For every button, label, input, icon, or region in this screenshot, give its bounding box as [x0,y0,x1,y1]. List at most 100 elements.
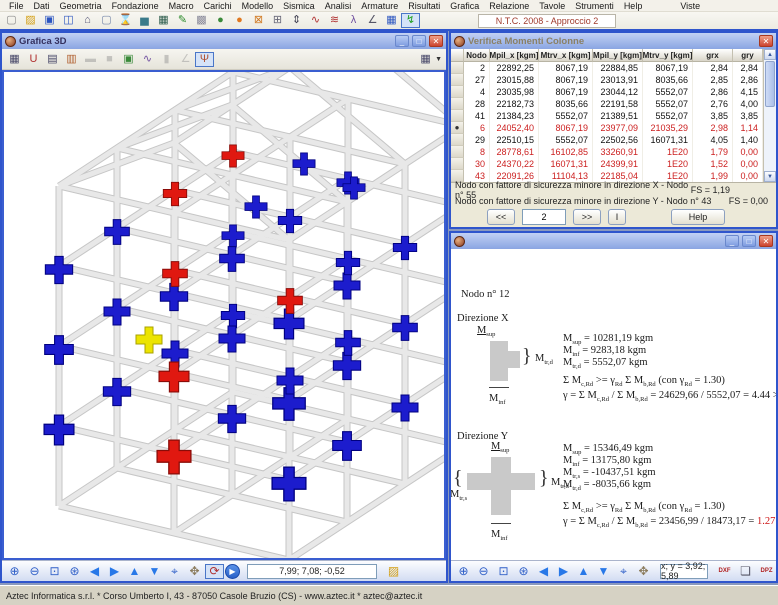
table-cell[interactable]: 2,85 [693,74,733,86]
table-cell[interactable]: 16071,31 [643,134,693,146]
table-cell[interactable]: 4,00 [733,98,763,110]
pan-down-icon[interactable]: ▼ [145,564,164,579]
menu-fondazione[interactable]: Fondazione [107,1,164,11]
zoom-in-icon[interactable]: ⊕ [454,564,473,579]
table-cell[interactable]: 22884,85 [593,62,643,74]
table-cell[interactable]: 6 [464,122,490,134]
table-cell[interactable]: 21384,23 [490,110,539,122]
report-titlebar[interactable]: _ □ ✕ [451,233,776,249]
col-header[interactable]: Mtrv_y [kgm] [643,49,693,62]
table-cell[interactable]: 3,85 [733,110,763,122]
edit-pencil-icon[interactable]: ✎ [173,13,192,28]
save-view-folder-icon[interactable]: ▨ [384,564,403,579]
animate-play-button[interactable]: ▶ [225,564,240,579]
maximize-button[interactable]: □ [742,235,756,247]
globe-green-icon[interactable]: ● [211,13,230,28]
table-cell[interactable]: 8067,19 [539,62,593,74]
table-cell[interactable]: 16071,31 [539,158,593,170]
col-header[interactable]: Nodo [464,49,490,62]
table-cell[interactable]: 5552,07 [643,98,693,110]
pan-up-icon[interactable]: ▲ [125,564,144,579]
zoom-dynamic-icon[interactable]: ⌖ [165,564,184,579]
table-cell[interactable]: 8067,19 [539,86,593,98]
pan-hand-icon[interactable]: ✥ [185,564,204,579]
table-grid-icon[interactable]: ⊞ [268,13,287,28]
table-cell[interactable]: 21389,51 [593,110,643,122]
table-cell[interactable]: 8067,19 [539,74,593,86]
menu-tavole[interactable]: Tavole [534,1,570,11]
table-cell[interactable]: 16102,85 [539,146,593,158]
table-cell[interactable]: 21035,29 [643,122,693,134]
table-cell[interactable]: 0,00 [733,170,763,182]
analysis-lightning-icon[interactable]: ↯ [401,13,420,28]
export-dxf-icon[interactable]: DXF [715,564,734,579]
zoom-in-icon[interactable]: ⊕ [5,564,24,579]
info-button[interactable]: I [608,209,626,225]
menu-carichi[interactable]: Carichi [199,1,237,11]
pier-arrow-icon[interactable]: ⇕ [287,13,306,28]
table-cell[interactable]: 0,00 [733,146,763,158]
table-cell[interactable]: 4 [464,86,490,98]
maximize-button[interactable]: □ [412,35,426,47]
menu-analisi[interactable]: Analisi [320,1,357,11]
table-cell[interactable]: 2,86 [693,86,733,98]
table-cell[interactable]: 3,85 [693,110,733,122]
zoom-window-icon[interactable]: ⊡ [494,564,513,579]
table-cell[interactable]: 1,40 [733,134,763,146]
menu-viste[interactable]: Viste [675,1,705,11]
table-cell[interactable]: 23977,09 [593,122,643,134]
table-cell[interactable]: 1E20 [643,146,693,158]
render-icon[interactable]: ▣ [119,52,138,67]
menu-relazione[interactable]: Relazione [484,1,534,11]
zoom-extents-icon[interactable]: ⊛ [514,564,533,579]
table-cell[interactable]: 23044,12 [593,86,643,98]
grafica-titlebar[interactable]: Grafica 3D _ □ ✕ [2,33,446,49]
close-button[interactable]: ✕ [759,35,773,47]
table-cell[interactable]: 2,84 [733,62,763,74]
section-icon[interactable]: ▬ [81,52,100,67]
graph-angle-icon[interactable]: ∠ [363,13,382,28]
table-cell[interactable]: 33260,91 [593,146,643,158]
save-icon[interactable]: ▣ [40,13,59,28]
table-cell[interactable]: 8035,66 [643,74,693,86]
table-cell[interactable]: 23013,91 [593,74,643,86]
table-cell[interactable]: 22182,73 [490,98,539,110]
table-cell[interactable]: 8 [464,146,490,158]
zoom-dynamic-icon[interactable]: ⌖ [614,564,633,579]
report-canvas[interactable]: Nodo n° 12 Direzione X Msup } Mtr,d Minf… [451,249,776,560]
minimize-button[interactable]: _ [725,235,739,247]
table-cell[interactable]: 22892,25 [490,62,539,74]
table-cell[interactable]: 0,00 [733,158,763,170]
view-dropdown-icon[interactable]: ▼ [435,56,442,63]
table-cell[interactable]: 2,98 [693,122,733,134]
spectrum-icon[interactable]: ∿ [306,13,325,28]
menu-risultati[interactable]: Risultati [403,1,445,11]
menu-strumenti[interactable]: Strumenti [570,1,619,11]
table-cell[interactable]: 1E20 [643,158,693,170]
zoom-window-icon[interactable]: ⊡ [45,564,64,579]
table-cell[interactable]: 5552,07 [539,134,593,146]
modal-lambda-icon[interactable]: λ [344,13,363,28]
menu-grafica[interactable]: Grafica [445,1,484,11]
viewport-3d[interactable] [2,70,446,560]
table-cell[interactable]: 22191,58 [593,98,643,110]
zoom-out-icon[interactable]: ⊖ [25,564,44,579]
table-cell[interactable]: 1,99 [693,170,733,182]
table-cell[interactable]: 5552,07 [643,110,693,122]
open-folder-icon[interactable]: ▨ [21,13,40,28]
zoom-extents-icon[interactable]: ⊛ [65,564,84,579]
zoom-out-icon[interactable]: ⊖ [474,564,493,579]
menu-sismica[interactable]: Sismica [278,1,320,11]
table-cell[interactable]: 28778,61 [490,146,539,158]
menu-geometria[interactable]: Geometria [55,1,107,11]
orbit-3d-icon[interactable]: ⟳ [205,564,224,579]
node-warning[interactable] [136,327,162,353]
sphere-orange-icon[interactable]: ● [230,13,249,28]
verifica-titlebar[interactable]: Verifica Momenti Colonne ✕ [451,33,776,49]
diagram-icon[interactable]: ∠ [176,52,195,67]
pan-left-icon[interactable]: ◀ [85,564,104,579]
mesh-icon[interactable]: ▩ [192,13,211,28]
table-cell[interactable]: 28 [464,98,490,110]
hourglass-icon[interactable]: ⌛ [116,13,135,28]
spectrum2-icon[interactable]: ≋ [325,13,344,28]
